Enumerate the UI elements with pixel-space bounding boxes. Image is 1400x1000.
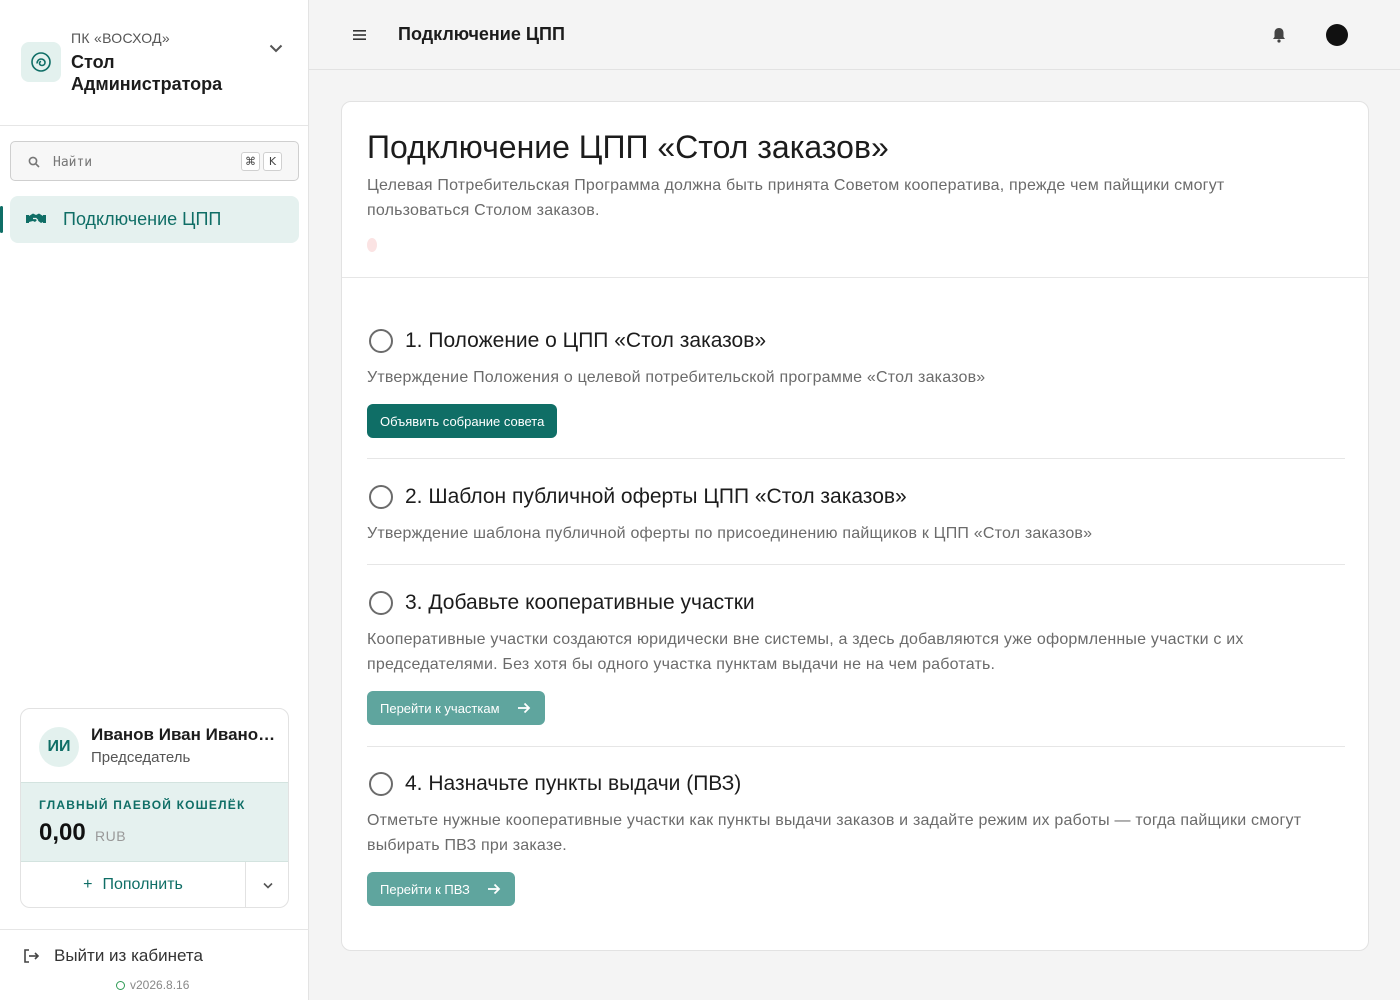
card-header: Подключение ЦПП «Стол заказов» Целевая П…: [342, 102, 1368, 278]
wallet-amount: 0,00: [39, 819, 86, 846]
org-short-name: ПК «ВОСХОД»: [71, 30, 171, 46]
user-role: Председатель: [91, 749, 191, 766]
topup-button[interactable]: + Пополнить: [21, 862, 246, 907]
step-1-title: 1. Положение о ЦПП «Стол заказов»: [405, 329, 767, 352]
announce-council-meeting-button[interactable]: Объявить собрание совета: [367, 404, 558, 438]
top-bar: Подключение ЦПП: [309, 0, 1400, 70]
step-4-radio[interactable]: [369, 772, 393, 796]
active-indicator: [0, 206, 3, 233]
button-label: Перейти к участкам: [380, 700, 500, 716]
user-card: ИИ Иванов Иван Иванович Председатель ГЛА…: [20, 708, 289, 908]
cpp-connection-card: Подключение ЦПП «Стол заказов» Целевая П…: [341, 101, 1369, 951]
logout-icon: [24, 949, 40, 963]
bell-icon[interactable]: [1270, 26, 1288, 44]
step-3-description: Кооперативные участки создаются юридичес…: [367, 631, 1244, 673]
search-icon: [28, 156, 40, 168]
step-4-title: 4. Назначьте пункты выдачи (ПВЗ): [405, 772, 742, 795]
version-label: v2026.8.16: [130, 978, 190, 992]
divider: [367, 746, 1345, 747]
search-box[interactable]: ⌘ K: [10, 141, 299, 181]
handshake-icon: [26, 213, 46, 223]
sidebar: ПК «ВОСХОД» Стол Администратора ⌘ K Подк…: [0, 0, 309, 1000]
org-logo-icon: [21, 42, 61, 82]
app-version: v2026.8.16: [116, 978, 189, 992]
status-dot-icon: [116, 980, 125, 990]
chevron-down-icon: [263, 882, 273, 889]
page-title: Подключение ЦПП: [398, 24, 565, 44]
step-3-title: 3. Добавьте кооперативные участки: [405, 591, 755, 614]
plus-icon: +: [83, 876, 93, 893]
arrow-right-icon: [517, 702, 530, 714]
step-1-radio[interactable]: [369, 329, 393, 353]
step-4-description: Отметьте нужные кооперативные участки ка…: [367, 812, 1302, 854]
arrow-right-icon: [487, 883, 501, 895]
logout-button[interactable]: Выйти из кабинета: [22, 946, 203, 966]
wallet-currency: RUB: [95, 828, 127, 844]
sidebar-item-cpp-connection[interactable]: Подключение ЦПП: [0, 196, 299, 243]
go-to-plots-button[interactable]: Перейти к участкам: [367, 691, 545, 725]
button-label: Объявить собрание совета: [380, 413, 545, 429]
step-2-title: 2. Шаблон публичной оферты ЦПП «Стол зак…: [405, 485, 907, 508]
card-title: Подключение ЦПП «Стол заказов»: [367, 129, 889, 165]
divider: [367, 458, 1345, 459]
step-3-radio[interactable]: [369, 591, 393, 615]
step-1-description: Утверждение Положения о целевой потребит…: [367, 369, 986, 386]
search-input[interactable]: [53, 151, 233, 173]
divider: [0, 929, 309, 930]
org-app-name: Стол Администратора: [71, 52, 223, 94]
divider: [367, 564, 1345, 565]
loading-indicator: [367, 238, 377, 252]
hamburger-menu-icon[interactable]: [351, 26, 369, 44]
topup-options-button[interactable]: [246, 862, 288, 907]
avatar[interactable]: ИИ: [39, 727, 79, 767]
card-subtitle: Целевая Потребительская Программа должна…: [367, 177, 1225, 219]
wallet-label: ГЛАВНЫЙ ПАЕВОЙ КОШЕЛЁК: [39, 798, 246, 812]
wallet-panel: ГЛАВНЫЙ ПАЕВОЙ КОШЕЛЁК 0,00 RUB: [21, 782, 288, 862]
step-2-description: Утверждение шаблона публичной оферты по …: [367, 525, 1093, 542]
user-name: Иванов Иван Иванович: [91, 725, 277, 744]
chevron-down-icon[interactable]: [266, 38, 286, 58]
theme-toggle-moon-icon[interactable]: [1325, 21, 1353, 49]
step-2-radio[interactable]: [369, 485, 393, 509]
shortcut-cmd-key: ⌘: [241, 152, 260, 171]
org-switcher[interactable]: ПК «ВОСХОД» Стол Администратора: [0, 0, 308, 126]
shortcut-k-key: K: [263, 152, 282, 171]
go-to-pickup-points-button[interactable]: Перейти к ПВЗ: [367, 872, 515, 906]
sidebar-item-label: Подключение ЦПП: [63, 209, 222, 229]
logout-label: Выйти из кабинета: [54, 946, 203, 965]
button-label: Перейти к ПВЗ: [380, 881, 470, 897]
topup-label: Пополнить: [102, 876, 183, 893]
